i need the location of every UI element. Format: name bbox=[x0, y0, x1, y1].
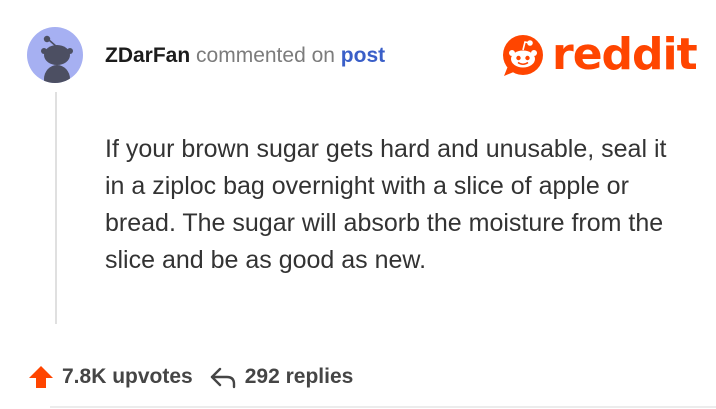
reply-arrow-icon bbox=[210, 367, 235, 389]
username[interactable]: ZDarFan bbox=[105, 44, 190, 67]
replies-button[interactable]: 292 replies bbox=[209, 364, 354, 390]
comment-header: ZDarFan commented on post bbox=[105, 42, 385, 70]
post-link[interactable]: post bbox=[341, 44, 385, 67]
comment-card: ZDarFan commented on post reddit If your… bbox=[0, 0, 716, 409]
reddit-logo: reddit bbox=[500, 29, 698, 80]
thread-line bbox=[55, 92, 57, 324]
upvote-count: 7.8K upvotes bbox=[62, 365, 193, 388]
snoo-avatar-icon bbox=[41, 35, 73, 83]
comment-footer: 7.8K upvotes 292 replies bbox=[28, 364, 353, 390]
reply-count: 292 replies bbox=[244, 365, 354, 388]
upvote-arrow-icon bbox=[29, 366, 53, 388]
reddit-snoo-icon bbox=[503, 35, 543, 76]
brand-wordmark: reddit bbox=[552, 29, 698, 80]
avatar[interactable] bbox=[27, 27, 83, 83]
action-text: commented on bbox=[196, 44, 335, 67]
divider bbox=[50, 406, 716, 408]
comment-body: If your brown sugar gets hard and unusab… bbox=[105, 135, 667, 274]
upvote-button[interactable]: 7.8K upvotes bbox=[28, 364, 193, 390]
